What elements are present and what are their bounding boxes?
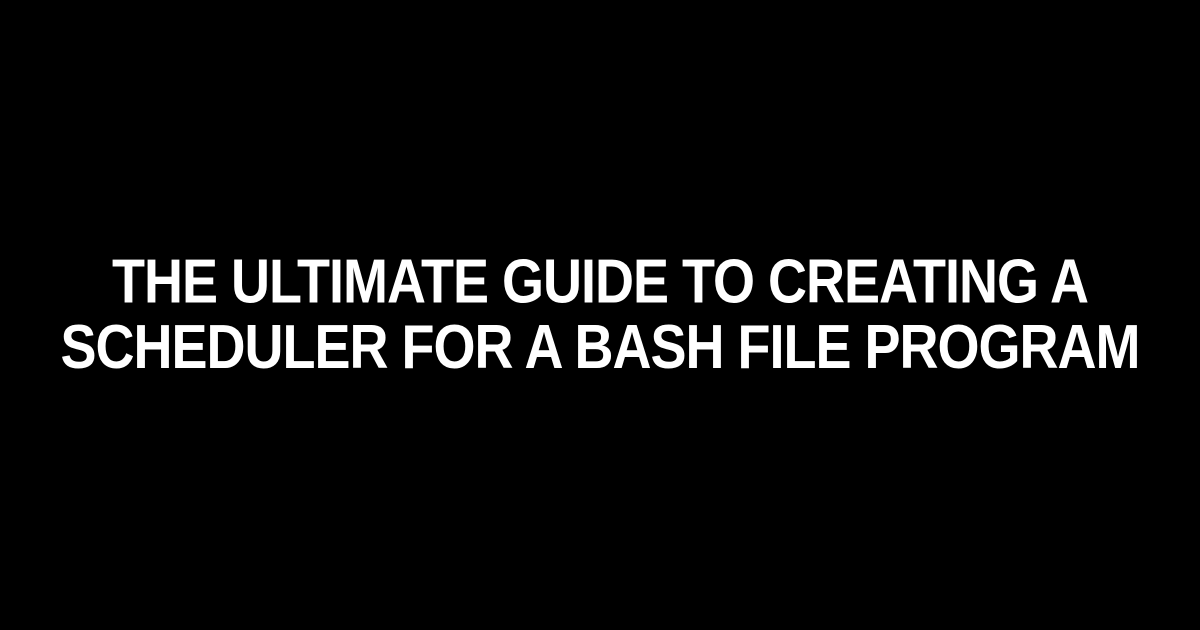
page-title: THE ULTIMATE GUIDE TO CREATING A SCHEDUL…: [0, 250, 1200, 380]
